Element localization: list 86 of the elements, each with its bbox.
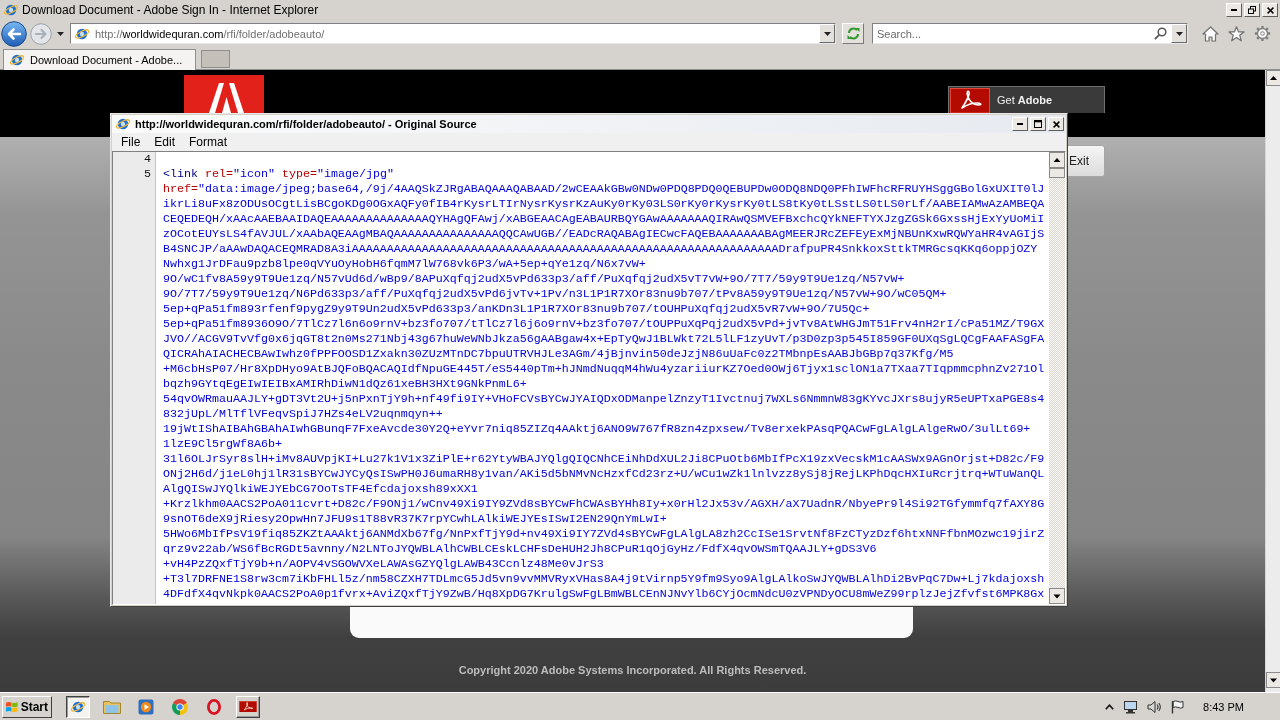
restore-button[interactable]: [1244, 3, 1260, 17]
refresh-icon: [845, 26, 861, 41]
scrollbar[interactable]: [1049, 152, 1065, 604]
close-icon: [1052, 120, 1060, 128]
code-line: qrz9v22ab/WS6fBcRGDt5avnny/N2LNToJYQWBLAlhCWBLCEskLCHFsDeHUH2Jh8CPuR1qOjGyHz/FdfX4qvOWSmTQAAJLY+gDS3V6: [163, 542, 877, 557]
window-title: Download Document - Adobe Sign In - Internet Explorer: [22, 3, 319, 17]
code-line: B4SNCJP/aAAwDAQACEQMRAD8A3iAAAAAAAAAAAAAAAAAAAAAAAAAAAAAAAAAAAAAAAAAAAAAAAAAAAAAAAAAAAAADrafpuPR4SnkkoxSttkTMRGcsqKKq6oppjOZY: [163, 242, 1038, 257]
caret-icon: [1175, 31, 1183, 36]
code-line: 5ep+qPa51fm8936O9O/7TlCz7l6n6o9rnV+bz3fo707/tTlCz7l6j6o9rnV+bz3fo707/tOUPPuXqPqj2udX5vPd+jvTv8AtWHGJmT51Frv4nH2rI/cPa51MZ/T9GX: [163, 317, 1045, 332]
search-field[interactable]: Search...: [872, 23, 1188, 44]
code-line: 4DFdfX4qvNkpk0AACS2PoA0p1fvrx+AviZQxfTjY9ZwB/Hq8XpDG7KrulgSwFgLBmWBLCEnNJNvYlb6CYjOcmNdcU0zVPNDyOCU8mWeZ99rplzJejZfvfst6MPK8Gx: [163, 587, 1045, 602]
code-line: 1lzE9Cl5rgWf8A6b+: [163, 437, 282, 452]
start-button[interactable]: Start: [2, 695, 52, 718]
scrollbar[interactable]: [1265, 70, 1280, 692]
globe-ring-icon: [115, 116, 131, 132]
code-line: 54qvOWRmauAAJLY+gDT3Vt2U+j5nPxnTjY9h+nf49fi9IY+VHoFCVsBYCwJYAIQDxODManpelZnzyT1Ivctnuj7WXLs6NmmnW83gKYvcJXrs8ujyR5eUPTxaPGE8s4: [163, 392, 1045, 407]
browser-tab[interactable]: Download Document - Adobe...: [3, 49, 196, 70]
o-ring-icon[interactable]: [207, 698, 221, 715]
code-line: 832jUpL/MlTflVFeqvSpiJ7HZs4eLV2uqnmqyn++: [163, 407, 443, 422]
menu-item[interactable]: Format: [183, 133, 234, 151]
code-line: 5ep+qPa51fm893rfenf9pygZ9y9T9Un2udX5vPd633p3/anKDn3L1P1R7XOr83nu9b707/tOUHPuXqfqj2udX5vR7vW+9O/7U5Qc+: [163, 302, 870, 317]
minimize-icon: [1017, 123, 1023, 125]
clock-text: 8:43 PM: [1203, 700, 1244, 713]
scroll-down-icon[interactable]: [1049, 588, 1065, 604]
logo-icon: [184, 75, 264, 113]
code-line: +T3l7DRFNE1S8rw3cm7iKbFHLl5z/nm58CZXH7TDLmcG5Jd5vn9vvMMVRyxVHas8A4j9tVirnp5Y9fm9Syo9AlgLAlkoSwJYQWBLAlhDi2BvPqC7Dw+Lj7kdajoxsh: [163, 572, 1045, 587]
globe-ring-icon: [9, 52, 25, 68]
network-icon[interactable]: [1123, 699, 1139, 714]
code-line: AlgQISwJYQlkiWEJYEbCG7OoTsTF4Efcdajoxsh89xXX1: [163, 482, 478, 497]
menu-item[interactable]: File: [115, 133, 147, 151]
maximize-button[interactable]: [1030, 117, 1046, 131]
windows-flag-icon: [6, 699, 18, 714]
code-line: +M6cbHsP07/Hr8XpDHyo9AtBJQFoBQACAQIdfNpuGE445T/eS5440pTm+hJNmdNuqqM4hWu4yzariiurKZ7Oed0OWj6Tjyx1sclON1a7TXaa7TIqpmmcphnZv271Ol: [163, 362, 1045, 377]
minimize-button[interactable]: [1012, 117, 1028, 131]
code-line: 31l6OLJrSyr8slH+iMv8AUVpjKI+Lu27k1V1x3ZiPlE+r62YtyWBAJYQlgQIQCNhCEiNhDdXUL2Ji8CPuOtb6MbIfPcX19zxVecskM1cAASWx9AGnOrjst+D82c/F9: [163, 452, 1045, 467]
scroll-up-icon[interactable]: [1266, 70, 1280, 86]
restore-icon: [1248, 6, 1256, 14]
close-button[interactable]: [1262, 3, 1278, 17]
code-line: QICRAhAIACHECBAwIwhz0fPPFOOSD1Zxakn30ZUzMTnDC7bpuUTRVHJLe3AGm/4jBjnvin50deJzjN86uUaFc0z2TMbnpEsAABJbGBp7q37Kfg/M5: [163, 347, 954, 362]
star-icon[interactable]: [1228, 25, 1245, 42]
code-line: JVO//ACGV9TvVfg0x6jqGT8t2n0Ms271Nbj43g67huWeWNbJkza56gAABgaw4x+EpTyQwJ1BLWkt72L5lLF1zyUvT/p3D0zp3p545I859GF0UXqSgLQCgFAAFASgFA: [163, 332, 1045, 347]
url-text: http://worldwidequran.com/rfi/folder/adobeauto/: [95, 27, 325, 40]
dropdown-button[interactable]: [1171, 24, 1187, 43]
search-icon[interactable]: [1154, 27, 1167, 40]
window-title: http://worldwidequran.com/rfi/folder/adobeauto/ - Original Source: [135, 118, 477, 130]
close-button[interactable]: [1048, 117, 1064, 131]
swirl-icon: [950, 88, 990, 113]
caret-icon: [823, 31, 831, 36]
gear-icon[interactable]: [1254, 25, 1271, 42]
address-field[interactable]: http://worldwidequran.com/rfi/folder/adobeauto/: [70, 23, 836, 44]
dropdown-button[interactable]: [819, 24, 835, 43]
code-line: <link rel="icon" type="image/jpg": [163, 167, 394, 182]
code-line: Nwhxg1JrDFau9pzb8lpe0qVYuOyHobH6fqmM7lW768vk6P3/wA+5ep+qYe1zq/N6x7vW+: [163, 257, 646, 272]
code-line: ikrLi8uFx8zODUsOCgtLisBCgoKDg0OGxAQFy0fIB4rKysrLTIrNysrKysrKzAuKy0rKy03LS0rKy0rKysrKy0tLS8tKy0tLSstLS0tLS0rLf/AABEIAMwAzAMBEQA: [163, 197, 1045, 212]
caret-icon[interactable]: [57, 31, 64, 36]
refresh-button[interactable]: [842, 23, 864, 44]
code-line: href="data:image/jpeg;base64,/9j/4AAQSkZJRgABAQAAAQABAAD/2wCEAAkGBw0NDw0PDQ8PDQ0QEBUPDw0ODQ8NDQ0PFhIWFhcRFRUYHSggGBolGxUXIT0lJ: [163, 182, 1045, 197]
get-reader-button[interactable]: Get Adobe: [948, 86, 1105, 113]
line-number: 4: [144, 152, 151, 167]
code-line: CEQEDEQH/xAAcAAEBAAIDAQEAAAAAAAAAAAAAAQYHAgQFAwj/xABGEAACAgEABAURBQYGAwAAAAAAAQIRAwQSMVEFBxchcQYkNEFTYXJzgZGSk6GxssHjExYyUoMiI: [163, 212, 1045, 227]
code-line: 9O/7T7/59y9T9Ue1zq/N6Pd633p3/aff/PuXqfqj2udX5vPd6jvTv+1Pv/n3L1P1R7XOr83nu9b707/tPv8A59y9T9Ue1zq/N57vW+9O/wC05QM+: [163, 287, 947, 302]
minimize-button[interactable]: [1226, 3, 1242, 17]
code-line: +Krzlkhm0AACS2PoA011cvrt+D82c/F9ONj1/wCnv49Xi9IY9ZVd8sBYCwFhCWAsBYHh8Iy+x0rHl2Jx53v/AGXH/aX7UadnR/NbyePr9l4Si92TGfymmfq7fAXY8G: [163, 497, 1045, 512]
code-line: +vH4PzZQxfTjY9b+n/AOPV4vSGOWVXeLAWAsGZYQlgLAWB43Ccnlz48Me0vJrS3: [163, 557, 604, 572]
code-line: 9snOT6deX9jRiesy2OpwHn7JFU9s1T88vR37K7rpYCwhLAlkiWEJYEsISwI2EN29QnYmLwI+: [163, 512, 667, 527]
code-line: ONj2H6d/j1eL0hj1lR31sBYCwJYCyQsISwPH0J6umaRH8y1van/AKi5d5bNMvNcHzxfCd23rz+U/wCu1wZk1lnlvzz8ySj8jRejLKPhDqcHXIuRcrjtrq+WTuWanQL: [163, 467, 1045, 482]
code-line: 19jWtIShAIBAhGBAhAIwhGBunqF7FxeAvcde30Y2Q+eYvr7niq85ZIZq4AAktj6ANO9W767fR8zn4zpxsew/Tv8erxekPAsqPQACwFgLAlgLAlgeRwO/3ulLt69+: [163, 422, 1031, 437]
maximize-icon: [1034, 120, 1042, 128]
speaker-icon[interactable]: [1147, 699, 1163, 714]
copyright-text: Copyright 2020 Adobe Systems Incorporated. All Rights Reserved.: [458, 664, 807, 676]
code-line: 5HWo6MbIfPsV19fiq85ZKZtAAAktj6ANMdXb67fg/NnPxfTjY9d+nv49Xi9IY7ZVd4sBYCwFgLAlgLA8zh2CcISe1SrvtNf8FzCTyzDzf6htxNNFfbnMOzwc19jirZ: [163, 527, 1045, 542]
code-line: 9O/wC1fv8A59y9T9Ue1zq/N57vUd6d/wBp9/8APuXqfqj2udX5vPd633p3/aff/PuXqfqj2udX5vT7vW+9O/7T7/59y9T9Ue1zq/N57vW+: [163, 272, 905, 287]
globe-ring-icon: [3, 2, 19, 18]
flag-icon[interactable]: [1171, 699, 1185, 714]
minimize-icon: [1231, 9, 1237, 11]
menu-item[interactable]: Edit: [148, 133, 182, 151]
scroll-up-icon[interactable]: [1049, 152, 1065, 168]
scroll-thumb[interactable]: [1049, 168, 1065, 178]
code-line: zOCotEUYsLS4fAVJUL/xAAbAQEAAgMBAQAAAAAAAAAAAAAAAQQCAwUGB//EADcRAQABAgIECwcFAQEBAAAAAAABAgMEERJRcZEFEyExMjNBUnKxwRQWYaHR4vAGIjS: [163, 227, 1045, 242]
line-number: 5: [144, 167, 151, 182]
swirl-icon[interactable]: [239, 700, 257, 713]
close-icon: [1266, 6, 1274, 14]
scroll-down-icon[interactable]: [1266, 672, 1280, 688]
code-line: bqzh9GYtqEgEIwIEIBxAMIRhDiwN1dQz61xeBH3HXt9GNkPnmL6+: [163, 377, 527, 392]
home-icon[interactable]: [1202, 25, 1219, 42]
exit-button[interactable]: Exit: [1068, 145, 1105, 177]
